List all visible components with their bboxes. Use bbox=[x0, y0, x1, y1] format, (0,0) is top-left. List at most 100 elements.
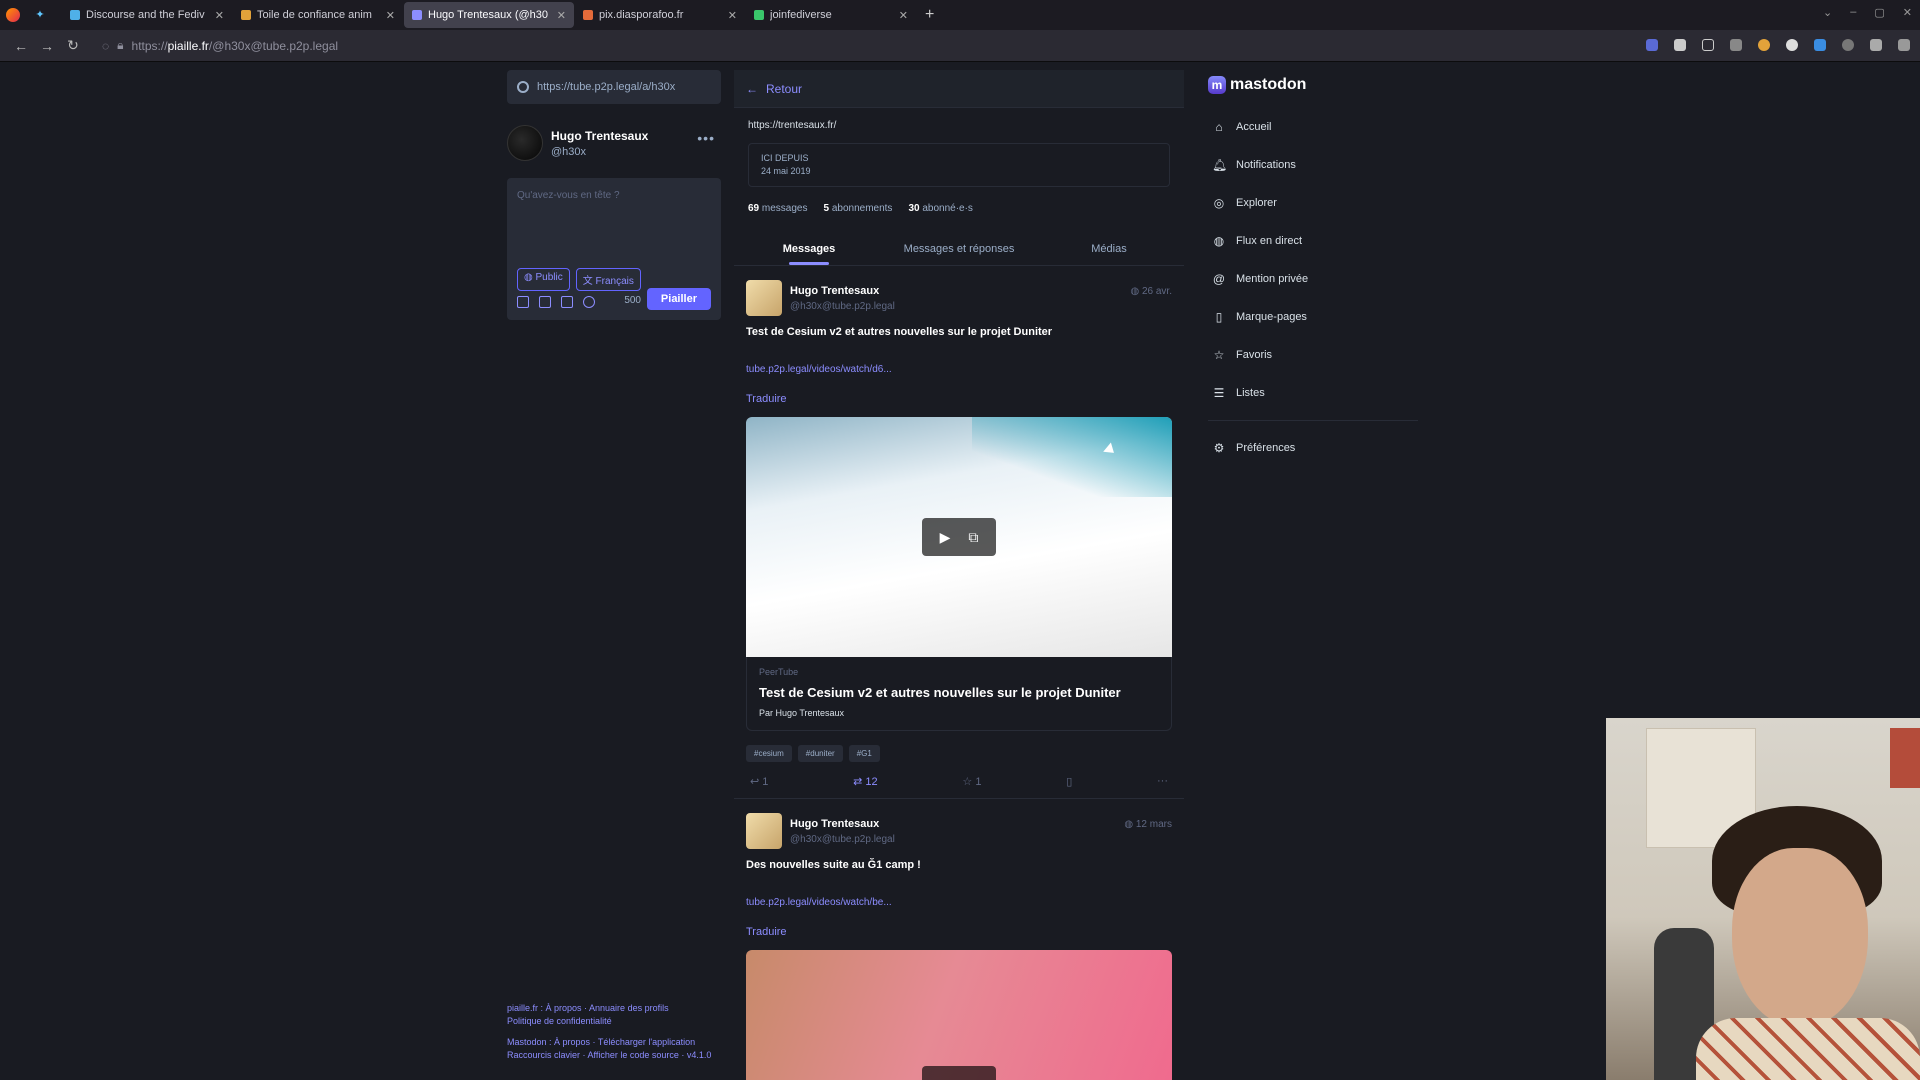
at-icon: @ bbox=[1212, 272, 1226, 286]
following-count-link[interactable]: 5 abonnements bbox=[823, 203, 892, 214]
hashtag-link[interactable]: #G1 bbox=[848, 745, 880, 762]
status-item[interactable]: Hugo Trentesaux @h30x@tube.p2p.legal ◍ 1… bbox=[734, 799, 1184, 1080]
bookmark-icon: ▯ bbox=[1215, 310, 1223, 324]
browser-tab-4[interactable]: joinfediverse ✕ bbox=[746, 2, 916, 28]
pinned-tab-icon[interactable]: ✦ bbox=[34, 9, 46, 21]
hashtag-link[interactable]: #cesium bbox=[746, 745, 792, 762]
visibility-button[interactable]: ◍ Public bbox=[517, 268, 570, 291]
footer-links-mastodon[interactable]: Mastodon : À propos · Télécharger l'appl… bbox=[507, 1036, 721, 1049]
translate-button[interactable]: Traduire bbox=[746, 926, 1172, 938]
nav-item-home[interactable]: ⌂ Accueil bbox=[1208, 108, 1418, 146]
status-link[interactable]: tube.p2p.legal/videos/watch/d6... bbox=[746, 364, 1172, 375]
close-tab-icon[interactable]: ✕ bbox=[215, 9, 224, 22]
posts-count-link[interactable]: 69 messages bbox=[748, 203, 807, 214]
nav-item-favourites[interactable]: ☆ Favoris bbox=[1208, 336, 1418, 374]
external-link-icon[interactable]: ⧉ bbox=[968, 529, 978, 546]
extension-icon[interactable] bbox=[1814, 39, 1826, 51]
following-count: 5 bbox=[823, 203, 830, 214]
status-author[interactable]: Hugo Trentesaux bbox=[790, 285, 895, 297]
tab-messages-replies[interactable]: Messages et réponses bbox=[884, 232, 1034, 265]
emoji-icon[interactable] bbox=[583, 296, 595, 308]
more-options-icon[interactable]: ••• bbox=[697, 130, 715, 146]
browser-tab-3[interactable]: pix.diasporafoo.fr ✕ bbox=[575, 2, 745, 28]
status-avatar[interactable] bbox=[746, 280, 782, 316]
hashtag-link[interactable]: #duniter bbox=[797, 745, 843, 762]
post-button[interactable]: Piailler bbox=[646, 288, 711, 310]
forward-arrow-icon[interactable]: → bbox=[34, 38, 60, 54]
poll-icon[interactable] bbox=[539, 296, 551, 308]
mastodon-logo[interactable]: m mastodon bbox=[1208, 72, 1418, 98]
play-icon[interactable]: ▶ bbox=[940, 1077, 951, 1080]
nav-item-live-feeds[interactable]: ◍ Flux en direct bbox=[1208, 222, 1418, 260]
new-tab-icon[interactable]: + bbox=[925, 6, 934, 24]
user-display-name[interactable]: Hugo Trentesaux bbox=[551, 129, 648, 143]
preview-card[interactable]: PeerTube Test de Cesium v2 et autres nou… bbox=[746, 657, 1172, 731]
lock-icon[interactable]: 🔒︎ bbox=[117, 38, 123, 53]
avatar[interactable] bbox=[507, 125, 543, 161]
bookmark-star-icon[interactable] bbox=[1702, 39, 1714, 51]
nav-item-preferences[interactable]: ⚙ Préférences bbox=[1208, 429, 1418, 467]
menu-icon[interactable] bbox=[1898, 39, 1910, 51]
play-icon[interactable]: ▶ bbox=[940, 529, 951, 546]
nav-item-bookmarks[interactable]: ▯ Marque-pages bbox=[1208, 298, 1418, 336]
extension-icon[interactable] bbox=[1786, 39, 1798, 51]
status-handle: @h30x@tube.p2p.legal bbox=[790, 300, 895, 312]
status-item[interactable]: Hugo Trentesaux @h30x@tube.p2p.legal ◍ 2… bbox=[734, 266, 1184, 799]
browser-tab-2[interactable]: Hugo Trentesaux (@h30 ✕ bbox=[404, 2, 574, 28]
translate-button[interactable]: Traduire bbox=[746, 393, 1172, 405]
tab-favicon-icon bbox=[754, 10, 764, 20]
nav-label: Flux en direct bbox=[1236, 235, 1303, 247]
close-tab-icon[interactable]: ✕ bbox=[899, 9, 908, 22]
qr-icon[interactable] bbox=[1674, 39, 1686, 51]
compose-textarea[interactable]: Qu'avez-vous en tête ? bbox=[517, 190, 620, 201]
followers-count-link[interactable]: 30 abonné·e·s bbox=[908, 203, 973, 214]
attach-media-icon[interactable] bbox=[517, 296, 529, 308]
back-arrow-icon[interactable]: ← bbox=[8, 38, 34, 54]
tab-messages[interactable]: Messages bbox=[734, 232, 884, 265]
profile-website-link[interactable]: https://trentesaux.fr/ bbox=[734, 108, 1184, 131]
search-input[interactable]: https://tube.p2p.legal/a/h30x bbox=[507, 70, 721, 104]
reply-button[interactable]: ↩ 1 bbox=[750, 775, 768, 788]
nav-item-explore[interactable]: ◎ Explorer bbox=[1208, 184, 1418, 222]
external-link-icon[interactable]: ⧉ bbox=[968, 1077, 978, 1080]
browser-tab-1[interactable]: Toile de confiance anim ✕ bbox=[233, 2, 403, 28]
back-button[interactable]: ← Retour bbox=[734, 70, 1184, 108]
firefox-logo-icon[interactable] bbox=[6, 8, 20, 22]
close-tab-icon[interactable]: ✕ bbox=[728, 9, 737, 22]
shield-icon[interactable]: ◌ bbox=[102, 39, 109, 53]
nav-item-lists[interactable]: ☰ Listes bbox=[1208, 374, 1418, 412]
boost-button[interactable]: ⇄ 12 bbox=[853, 775, 878, 788]
browser-tab-0[interactable]: Discourse and the Fediv ✕ bbox=[62, 2, 232, 28]
extension-icon[interactable] bbox=[1758, 39, 1770, 51]
status-time-link[interactable]: ◍ 26 avr. bbox=[1130, 286, 1172, 297]
minimize-icon[interactable]: – bbox=[1850, 6, 1856, 19]
footer-privacy-link[interactable]: Politique de confidentialité bbox=[507, 1015, 721, 1028]
tab-list-icon[interactable]: ⌄ bbox=[1823, 6, 1832, 19]
language-button[interactable]: 文 Français bbox=[575, 268, 641, 291]
maximize-icon[interactable]: ▢ bbox=[1874, 6, 1884, 19]
status-time-link[interactable]: ◍ 12 mars bbox=[1124, 819, 1172, 830]
footer-links-server[interactable]: piaille.fr : À propos · Annuaire des pro… bbox=[507, 1002, 721, 1015]
close-tab-icon[interactable]: ✕ bbox=[386, 9, 395, 22]
favourite-button[interactable]: ☆ 1 bbox=[962, 775, 981, 788]
close-window-icon[interactable]: ✕ bbox=[1903, 6, 1912, 19]
more-options-icon[interactable]: ··· bbox=[1157, 775, 1168, 787]
close-tab-icon[interactable]: ✕ bbox=[557, 9, 566, 22]
status-link[interactable]: tube.p2p.legal/videos/watch/be... bbox=[746, 897, 1172, 908]
address-field[interactable]: ◌ 🔒︎ https://piaille.fr/@h30x@tube.p2p.l… bbox=[102, 38, 338, 53]
nav-item-private-mentions[interactable]: @ Mention privée bbox=[1208, 260, 1418, 298]
puzzle-icon[interactable] bbox=[1730, 39, 1742, 51]
extension-icon[interactable] bbox=[1842, 39, 1854, 51]
grid-icon[interactable] bbox=[1870, 39, 1882, 51]
content-warning-icon[interactable] bbox=[561, 296, 573, 308]
status-avatar[interactable] bbox=[746, 813, 782, 849]
status-author[interactable]: Hugo Trentesaux bbox=[790, 818, 895, 830]
tab-media[interactable]: Médias bbox=[1034, 232, 1184, 265]
bookmark-icon[interactable]: ▯ bbox=[1066, 775, 1072, 788]
reload-icon[interactable]: ↻ bbox=[60, 37, 86, 54]
footer-links-extra[interactable]: Raccourcis clavier · Afficher le code so… bbox=[507, 1049, 721, 1062]
search-icon bbox=[517, 81, 529, 93]
nav-item-notifications[interactable]: 🔔︎ Notifications bbox=[1208, 146, 1418, 184]
extension-icon[interactable] bbox=[1646, 39, 1658, 51]
video-thumbnail[interactable]: ▶ ⧉ bbox=[746, 950, 1172, 1080]
